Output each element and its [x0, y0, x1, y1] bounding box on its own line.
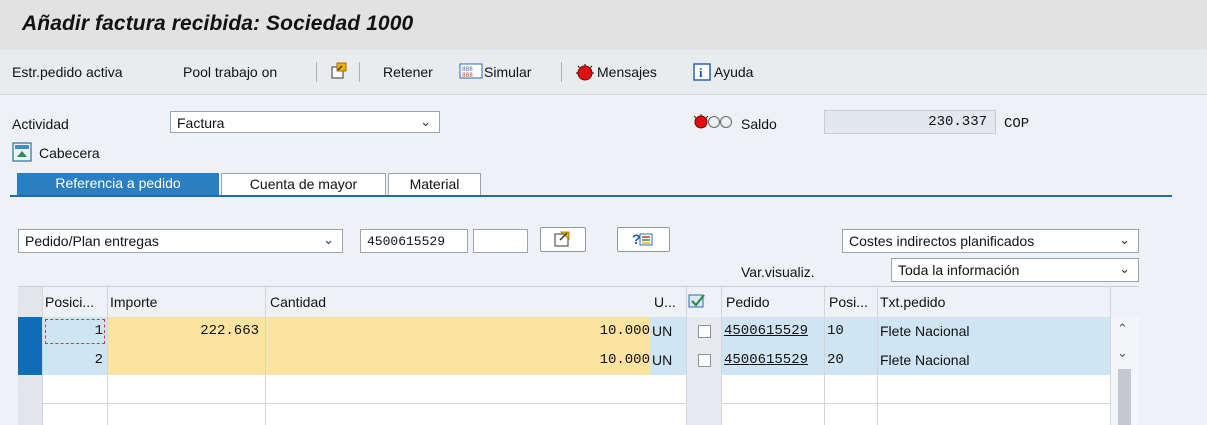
col-importe[interactable]: Importe	[110, 294, 157, 310]
costs-value: Costes indirectos planificados	[849, 233, 1035, 249]
svg-text:888: 888	[462, 72, 473, 79]
col-txt-pedido[interactable]: Txt.pedido	[880, 294, 945, 310]
col-pedido[interactable]: Pedido	[726, 294, 770, 310]
costs-select[interactable]: Costes indirectos planificados ⌄	[842, 229, 1139, 253]
row-checkbox[interactable]	[698, 325, 711, 338]
chevron-down-icon: ⌄	[420, 114, 431, 129]
var-visualiz-value: Toda la información	[898, 262, 1020, 278]
cell-unidad[interactable]: UN	[650, 317, 686, 346]
cell-cantidad[interactable]: 10.000	[266, 346, 650, 375]
actividad-select[interactable]: Factura ⌄	[170, 111, 440, 133]
tab-referencia-pedido[interactable]: Referencia a pedido	[17, 173, 219, 195]
table-row[interactable]: 2 10.000 UN 4500615529 20 Flete Nacional	[18, 346, 1110, 375]
po-number-value: 4500615529	[367, 234, 446, 249]
select-all-cell[interactable]	[18, 287, 43, 317]
cell-importe[interactable]: 222.663	[108, 317, 265, 346]
retener-button[interactable]: Retener	[383, 64, 433, 80]
currency-label: COP	[1004, 116, 1030, 132]
table-row[interactable]	[43, 375, 1110, 404]
items-table: Posici... Importe Cantidad U... Pedido P…	[18, 286, 1139, 425]
actividad-label: Actividad	[12, 116, 69, 132]
col-unidad[interactable]: U...	[654, 294, 676, 310]
header-toggle-icon[interactable]	[12, 142, 32, 162]
row-selector[interactable]	[18, 346, 42, 375]
chevron-up-icon[interactable]: ⌃	[1117, 321, 1128, 337]
cell-posicion[interactable]: 1	[43, 317, 107, 346]
simular-button[interactable]: Simular	[484, 64, 531, 80]
scrollbar-thumb[interactable]	[1118, 369, 1131, 425]
info-icon[interactable]: i	[693, 63, 711, 81]
search-help-button[interactable]: ?	[617, 227, 670, 252]
toolbar-separator	[561, 62, 562, 82]
saldo-value: 230.337	[928, 114, 987, 130]
transfer-button[interactable]	[540, 227, 586, 252]
traffic-light-red-icon	[693, 114, 737, 130]
col-cantidad[interactable]: Cantidad	[270, 294, 326, 310]
col-posicion[interactable]: Posici...	[45, 294, 94, 310]
var-visualiz-select[interactable]: Toda la información ⌄	[891, 258, 1139, 282]
estr-pedido-button[interactable]: Estr.pedido activa	[12, 64, 123, 80]
po-number-input[interactable]: 4500615529	[360, 229, 468, 253]
tab-material[interactable]: Material	[388, 173, 481, 195]
chevron-down-icon[interactable]: ⌄	[1117, 345, 1128, 361]
cabecera-button[interactable]: Cabecera	[39, 145, 100, 161]
saldo-field: 230.337	[824, 110, 996, 134]
page-title: Añadir factura recibida: Sociedad 1000	[22, 12, 414, 35]
cell-txt-pedido[interactable]: Flete Nacional	[878, 346, 1110, 375]
mensajes-button[interactable]: Mensajes	[597, 64, 657, 80]
vertical-scrollbar[interactable]: ⌃ ⌄	[1111, 317, 1139, 425]
tab-cuenta-mayor[interactable]: Cuenta de mayor	[221, 173, 386, 195]
cell-unidad[interactable]: UN	[650, 346, 686, 375]
cell-importe[interactable]	[108, 346, 265, 375]
pool-trabajo-button[interactable]: Pool trabajo on	[183, 64, 277, 80]
toolbar-separator	[359, 62, 360, 82]
cell-txt-pedido[interactable]: Flete Nacional	[878, 317, 1110, 346]
chevron-down-icon: ⌄	[1119, 232, 1130, 247]
col-posi[interactable]: Posi...	[829, 294, 868, 310]
checkbox-icon[interactable]	[688, 292, 706, 310]
red-message-icon[interactable]	[576, 64, 594, 82]
saldo-label: Saldo	[741, 116, 777, 132]
po-item-input[interactable]	[473, 229, 528, 253]
cell-posi[interactable]: 20	[825, 346, 877, 375]
cell-pedido[interactable]: 4500615529	[722, 317, 824, 346]
var-visualiz-label: Var.visualiz.	[741, 264, 815, 280]
export-icon[interactable]	[329, 61, 349, 81]
row-selector[interactable]	[18, 375, 42, 425]
simulate-icon[interactable]: 888 888	[459, 63, 483, 79]
cell-posi[interactable]: 10	[825, 317, 877, 346]
chevron-down-icon: ⌄	[1119, 261, 1130, 276]
table-row[interactable]: 1 222.663 10.000 UN 4500615529 10 Flete …	[18, 317, 1110, 346]
search-help-icon: ?	[632, 231, 653, 247]
reference-type-value: Pedido/Plan entregas	[25, 233, 159, 249]
cell-pedido[interactable]: 4500615529	[722, 346, 824, 375]
svg-text:?: ?	[632, 231, 641, 247]
svg-text:i: i	[699, 65, 703, 80]
transfer-icon	[554, 231, 570, 247]
ayuda-button[interactable]: Ayuda	[714, 64, 753, 80]
reference-type-select[interactable]: Pedido/Plan entregas ⌄	[18, 229, 343, 253]
actividad-value: Factura	[177, 115, 225, 131]
row-checkbox[interactable]	[698, 354, 711, 367]
row-selector[interactable]	[18, 317, 42, 346]
table-header	[18, 287, 1139, 318]
cell-posicion[interactable]: 2	[43, 346, 107, 375]
cell-cantidad[interactable]: 10.000	[266, 317, 650, 346]
toolbar-separator	[316, 62, 317, 82]
chevron-down-icon: ⌄	[323, 232, 334, 247]
